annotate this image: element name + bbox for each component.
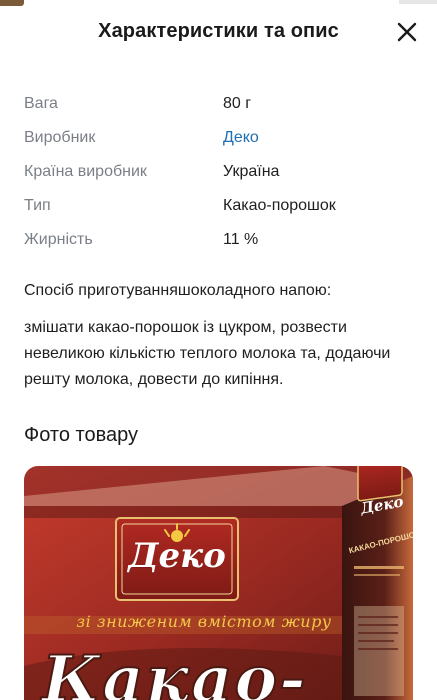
manufacturer-link[interactable]: Деко (223, 129, 259, 147)
spec-value: Україна (223, 163, 280, 180)
close-icon (397, 22, 417, 42)
spec-label: Країна виробник (24, 163, 147, 180)
spec-row-fat: Жирність 11 % (24, 223, 424, 257)
specs-table: Вага 80 г Виробник Деко Країна виробник … (24, 87, 424, 257)
spec-label: Тип (24, 197, 51, 214)
background-peek (399, 0, 437, 4)
spec-row-weight: Вага 80 г (24, 87, 424, 121)
spec-label: Вага (24, 95, 58, 112)
close-button[interactable] (395, 20, 419, 44)
photo-section-title: Фото товару (24, 424, 138, 446)
package-brand: Деко (128, 536, 226, 576)
spec-value: 80 г (223, 95, 252, 112)
spec-label: Жирність (24, 231, 93, 248)
package-subtitle: зі зниженим вмістом жиру (76, 612, 332, 631)
spec-row-type: Тип Какао-порошок (24, 189, 424, 223)
spec-row-manufacturer: Виробник Деко (24, 121, 424, 155)
product-photo[interactable]: Деко зі зниженим вмістом жиру Какао- КАК… (24, 466, 413, 700)
modal-title: Характеристики та опис (98, 20, 339, 42)
spec-label: Виробник (24, 129, 96, 146)
modal-header: Характеристики та опис (0, 0, 437, 66)
spec-row-country: Країна виробник Україна (24, 155, 424, 189)
spec-value: 11 % (223, 231, 259, 248)
background-peek (0, 0, 24, 6)
spec-value: Какао-порошок (223, 197, 336, 214)
preparation-text: змішати какао-порошок із цукром, розвест… (24, 319, 391, 388)
package-product-name: Какао- (41, 641, 308, 700)
preparation-title: Спосіб приготуванняшоколадного напою: (24, 282, 332, 299)
